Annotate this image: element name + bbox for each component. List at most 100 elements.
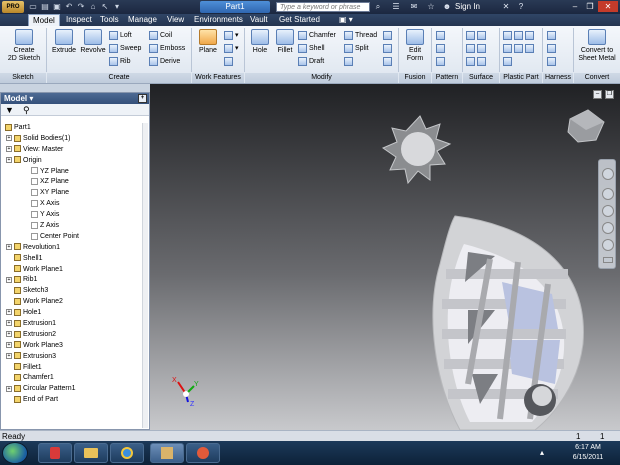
browser-node[interactable]: + Extrusion3 xyxy=(3,352,147,363)
taskbar-app-1[interactable] xyxy=(38,443,72,463)
subscription-icon[interactable]: ☰ xyxy=(390,1,402,13)
hole-button[interactable]: Hole xyxy=(248,29,272,55)
sweep-button[interactable]: Sweep xyxy=(109,43,141,54)
model-viewport[interactable]: X Y Z xyxy=(150,84,620,431)
taskbar-paint[interactable] xyxy=(186,443,220,463)
browser-node[interactable]: YZ Plane xyxy=(3,167,147,178)
exchange-icon[interactable]: ✕ xyxy=(500,1,512,13)
circular-pattern-button[interactable] xyxy=(436,43,447,54)
browser-node[interactable]: Center Point xyxy=(3,232,147,243)
tab-view[interactable]: View xyxy=(163,14,188,26)
application-menu-button[interactable]: PRO xyxy=(2,1,24,13)
communication-icon[interactable]: ✉ xyxy=(408,1,420,13)
rib-network-button[interactable] xyxy=(503,56,514,67)
start-button[interactable] xyxy=(2,442,28,464)
close-icon[interactable]: ✕ xyxy=(598,1,618,12)
browser-node[interactable]: Y Axis xyxy=(3,210,147,221)
create-2d-sketch-button[interactable]: Create 2D Sketch xyxy=(4,29,44,63)
edit-form-button[interactable]: Edit Form xyxy=(401,29,429,63)
star-icon[interactable]: ☆ xyxy=(425,1,437,13)
emboss-button[interactable]: Emboss xyxy=(149,43,185,54)
browser-node[interactable]: + Origin xyxy=(3,156,147,167)
tab-manage[interactable]: Manage xyxy=(124,14,161,26)
system-clock[interactable]: 6:17 AM 6/15/2011 xyxy=(560,443,616,463)
tray-arrow-icon[interactable]: ▴ xyxy=(540,448,554,458)
connector-button[interactable] xyxy=(547,43,558,54)
add-panel-icon[interactable]: + xyxy=(138,94,147,103)
tab-environments[interactable]: Environments xyxy=(190,14,247,26)
browser-node[interactable]: Part1 xyxy=(3,123,147,134)
restore-icon[interactable]: ❐ xyxy=(583,1,597,12)
tab-vault[interactable]: Vault xyxy=(246,14,272,26)
expand-toggle-icon[interactable]: + xyxy=(6,385,12,392)
user-icon[interactable]: ☻ xyxy=(441,1,453,13)
ucs-button[interactable] xyxy=(224,56,235,67)
harness-button[interactable] xyxy=(547,30,558,41)
expand-toggle-icon[interactable]: + xyxy=(6,135,12,142)
find-icon[interactable]: ⚲ xyxy=(23,105,30,116)
taskbar-inventor[interactable] xyxy=(150,443,184,463)
browser-node[interactable]: X Axis xyxy=(3,199,147,210)
home-icon[interactable]: ⌂ xyxy=(88,2,98,12)
browser-node[interactable]: + Rib1 xyxy=(3,275,147,286)
expand-toggle-icon[interactable]: + xyxy=(6,352,12,359)
redo-icon[interactable]: ↷ xyxy=(76,2,86,12)
point-button[interactable]: ▾ xyxy=(224,43,239,54)
expand-toggle-icon[interactable]: + xyxy=(6,331,12,338)
plane-button[interactable]: Plane xyxy=(195,29,221,55)
navbar-options-icon[interactable] xyxy=(603,257,613,263)
browser-node[interactable]: + Hole1 xyxy=(3,308,147,319)
orbit-icon[interactable] xyxy=(602,222,614,234)
expand-toggle-icon[interactable]: + xyxy=(6,309,12,316)
steering-wheel-icon[interactable] xyxy=(602,168,614,180)
browser-node[interactable]: Work Plane1 xyxy=(3,265,147,276)
derive-button[interactable]: Derive xyxy=(149,56,180,67)
minimize-icon[interactable]: – xyxy=(568,1,582,12)
expand-toggle-icon[interactable]: + xyxy=(6,156,12,163)
browser-header[interactable]: Model ▾ + xyxy=(1,93,149,104)
browser-node[interactable]: + Extrusion1 xyxy=(3,319,147,330)
pin-button[interactable] xyxy=(547,56,558,67)
browser-node[interactable]: Fillet1 xyxy=(3,363,147,374)
trim-button[interactable] xyxy=(466,56,488,67)
expand-toggle-icon[interactable]: + xyxy=(6,243,12,250)
split-button[interactable]: Split xyxy=(344,43,369,54)
browser-node[interactable]: XY Plane xyxy=(3,188,147,199)
search-input[interactable]: Type a keyword or phrase xyxy=(276,2,370,12)
browser-node[interactable]: Chamfer1 xyxy=(3,373,147,384)
browser-node[interactable]: XZ Plane xyxy=(3,177,147,188)
thread-button[interactable]: Thread xyxy=(344,30,377,41)
ribbon-options-icon[interactable]: ▣ ▾ xyxy=(335,14,357,26)
sign-in-button[interactable]: Sign In xyxy=(455,1,480,13)
graphics-minimize-icon[interactable]: – xyxy=(593,90,602,99)
combine-button[interactable] xyxy=(344,56,355,67)
chevron-down-icon[interactable]: ▾ xyxy=(27,94,33,103)
extrude-button[interactable]: Extrude xyxy=(50,29,78,55)
browser-node[interactable]: + Solid Bodies(1) xyxy=(3,134,147,145)
mirror-button[interactable] xyxy=(436,56,447,67)
thicken-button[interactable] xyxy=(466,30,488,41)
browser-node[interactable]: + View: Master xyxy=(3,145,147,156)
expand-toggle-icon[interactable]: + xyxy=(6,145,12,152)
copy-object-button[interactable] xyxy=(383,43,394,54)
select-icon[interactable]: ↖ xyxy=(100,2,110,12)
revolve-button[interactable]: Revolve xyxy=(79,29,107,55)
zoom-icon[interactable] xyxy=(602,205,614,217)
lattice-part[interactable] xyxy=(432,215,584,431)
taskbar-explorer[interactable] xyxy=(74,443,108,463)
browser-scrollbar[interactable] xyxy=(142,123,148,428)
move-face-button[interactable] xyxy=(383,30,394,41)
sculpt-button[interactable] xyxy=(466,43,488,54)
find-icon[interactable]: ⌕ xyxy=(372,1,384,13)
shell-button[interactable]: Shell xyxy=(298,43,325,54)
tab-inspect[interactable]: Inspect xyxy=(62,14,96,26)
grill-button[interactable] xyxy=(503,30,536,41)
undo-icon[interactable]: ↶ xyxy=(64,2,74,12)
tab-get-started[interactable]: Get Started xyxy=(275,14,324,26)
loft-button[interactable]: Loft xyxy=(109,30,132,41)
fillet-button[interactable]: Fillet xyxy=(273,29,297,55)
axis-button[interactable]: ▾ xyxy=(224,30,239,41)
browser-node[interactable]: + Revolution1 xyxy=(3,243,147,254)
filter-icon[interactable]: ▼ xyxy=(5,105,14,115)
browser-node[interactable]: Work Plane2 xyxy=(3,297,147,308)
